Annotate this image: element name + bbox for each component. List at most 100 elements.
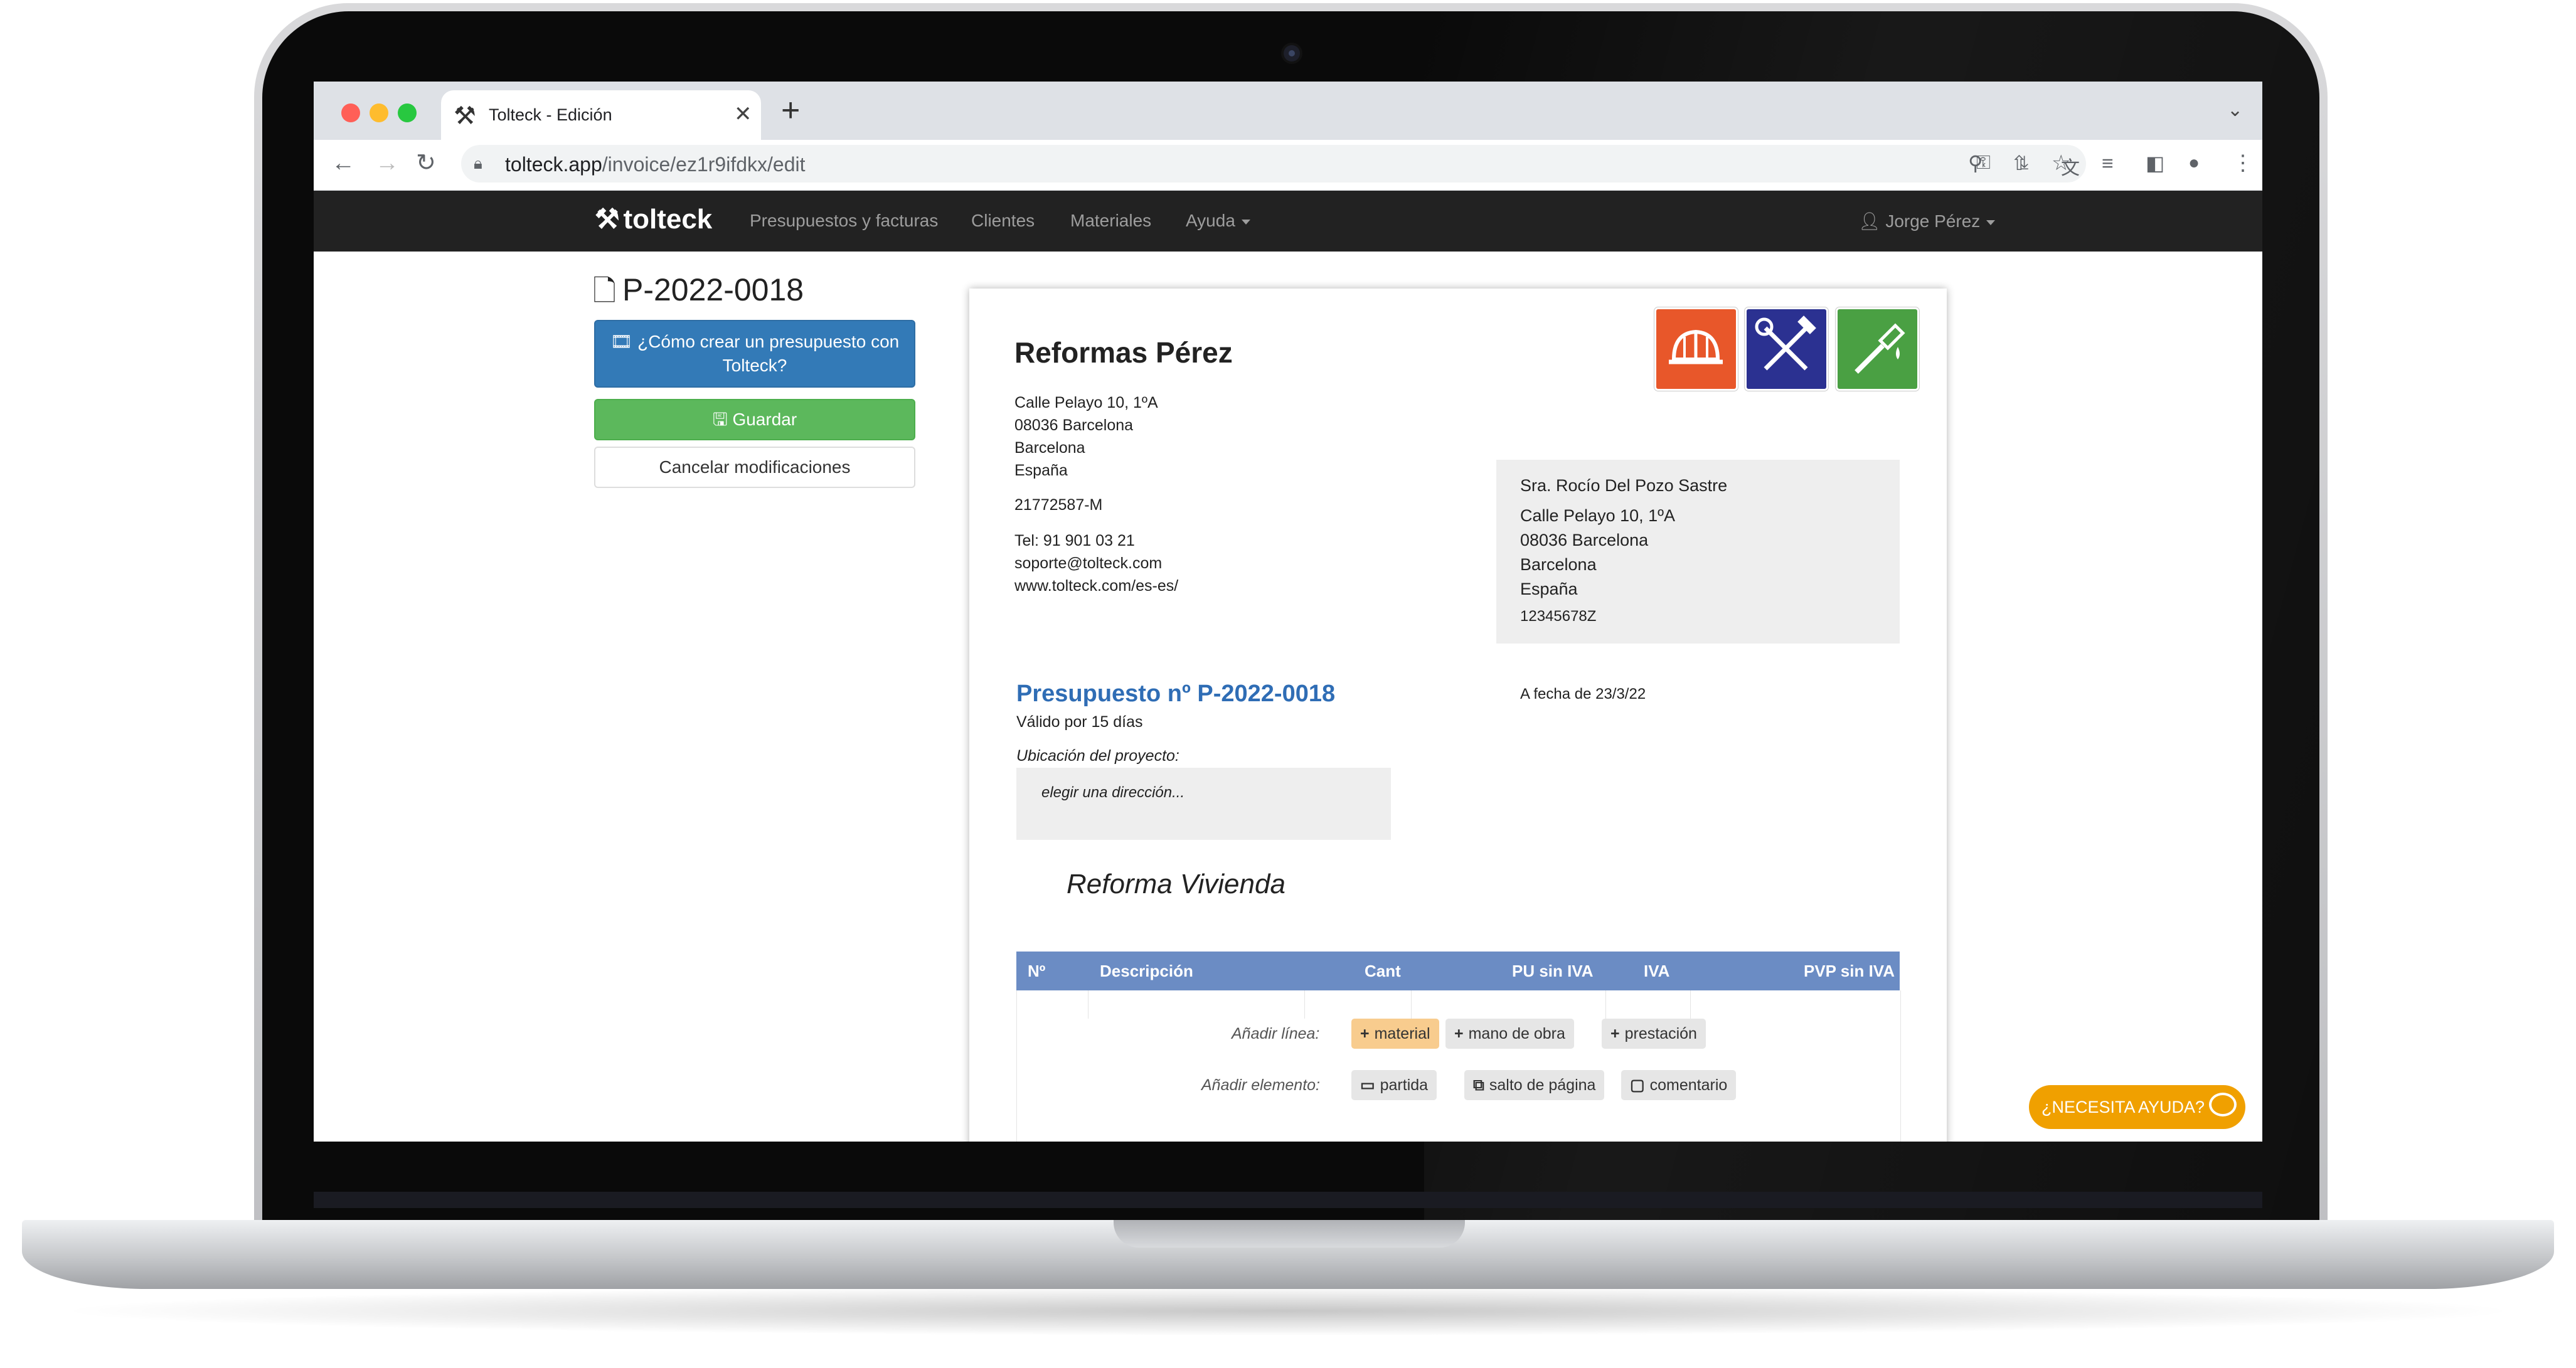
app-navbar: ⚒ tolteck Presupuestos y facturas Cliente… bbox=[314, 191, 2262, 252]
table-footer: Añadir línea: + material + mano de obra + p… bbox=[1016, 1019, 1901, 1142]
col-vat: IVA bbox=[1644, 962, 1670, 980]
col-number: Nº bbox=[1028, 962, 1046, 980]
tools-logo[interactable] bbox=[1744, 307, 1829, 391]
client-box[interactable]: Sra. Rocío Del Pozo Sastre Calle Pelayo … bbox=[1496, 460, 1900, 644]
client-name: Sra. Rocío Del Pozo Sastre bbox=[1520, 476, 1728, 495]
reading-list-icon[interactable]: ≡ bbox=[2102, 147, 2114, 179]
company-address-line: Calle Pelayo 10, 1ºA bbox=[1014, 394, 1158, 411]
quote-date[interactable]: A fecha de 23/3/22 bbox=[1520, 686, 1646, 703]
tools-icon: ⚒ bbox=[595, 204, 620, 235]
cancel-button[interactable]: Cancelar modificaciones bbox=[594, 447, 915, 488]
brand-name: tolteck bbox=[623, 204, 713, 235]
url-path: /invoice/ez1r9ifdkx/edit bbox=[602, 153, 806, 176]
col-unit-price: PU sin IVA bbox=[1512, 962, 1594, 980]
user-icon: 👤︎ bbox=[1858, 211, 1881, 231]
side-panel-icon[interactable]: ◧ bbox=[2146, 147, 2164, 179]
add-comment-label: comentario bbox=[1649, 1076, 1728, 1094]
column-divider bbox=[1690, 990, 1691, 1019]
col-quantity: Cant bbox=[1365, 962, 1401, 980]
location-label: Ubicación del proyecto: bbox=[1016, 747, 1179, 765]
add-line-label: Añadir línea: bbox=[1232, 1025, 1320, 1042]
plus-icon: + bbox=[1454, 1025, 1464, 1042]
plus-icon: + bbox=[1360, 1025, 1370, 1042]
folder-icon: ▭ bbox=[1360, 1076, 1375, 1094]
location-input[interactable]: elegir una dirección... bbox=[1016, 768, 1391, 840]
client-address-line: España bbox=[1520, 580, 1578, 598]
quote-document: Reformas Pérez Calle Pelayo 10, 1ºA 0803… bbox=[969, 289, 1947, 1142]
url-text: tolteck.app/invoice/ez1r9ifdkx/edit bbox=[505, 153, 805, 176]
paint-brush-icon bbox=[1855, 323, 1905, 374]
browser-tab[interactable]: ⚒ Tolteck - Edición ✕ bbox=[441, 90, 761, 140]
back-icon[interactable]: ← bbox=[331, 147, 355, 179]
helmet-logo[interactable] bbox=[1654, 307, 1738, 391]
plus-icon: + bbox=[1610, 1025, 1620, 1042]
browser-tabbar: ⚒ Tolteck - Edición ✕ + ⌄ bbox=[314, 82, 2262, 140]
lock-icon: 🔒︎ bbox=[474, 154, 482, 172]
client-address-line: 08036 Barcelona bbox=[1520, 531, 1649, 549]
nav-materials[interactable]: Materiales bbox=[1070, 211, 1151, 231]
user-name: Jorge Pérez bbox=[1885, 211, 1981, 231]
add-section-label: partida bbox=[1380, 1076, 1429, 1094]
zoom-icon[interactable]: ⚲ bbox=[1968, 147, 1983, 179]
nav-help-dropdown[interactable]: Ayuda bbox=[1186, 211, 1250, 231]
col-total: PVP sin IVA bbox=[1804, 962, 1895, 980]
copy-icon: ⧉ bbox=[1473, 1076, 1484, 1094]
close-window-button[interactable] bbox=[341, 103, 360, 122]
help-video-label: ¿Cómo crear un presupuesto con Tolteck? bbox=[637, 332, 900, 375]
chevron-down-icon[interactable]: ⌄ bbox=[2227, 99, 2243, 121]
browser-toolbar: ← → ↻ 🔒︎ tolteck.app/invoice/ez1r9ifdkx/… bbox=[314, 140, 2262, 191]
quote-validity[interactable]: Válido por 15 días bbox=[1016, 713, 1143, 731]
share-icon[interactable]: ⇧ bbox=[2011, 147, 2028, 179]
add-comment-button[interactable]: ▢ comentario bbox=[1621, 1070, 1737, 1100]
save-icon: 🖫︎ bbox=[712, 410, 733, 429]
user-menu[interactable]: 👤︎ Jorge Pérez bbox=[1858, 211, 1996, 231]
caret-down-icon bbox=[1241, 219, 1250, 225]
document-title: 🗋︎ P-2022-0018 bbox=[593, 270, 804, 319]
help-video-button[interactable]: 🎞︎ ¿Cómo crear un presupuesto con Toltec… bbox=[594, 320, 915, 388]
laptop-shadow bbox=[50, 1286, 2526, 1336]
company-name[interactable]: Reformas Pérez bbox=[1014, 336, 1233, 369]
nav-quotes-invoices[interactable]: Presupuestos y facturas bbox=[750, 211, 938, 231]
menu-dots-icon[interactable]: ⋮ bbox=[2232, 147, 2254, 179]
forward-icon[interactable]: → bbox=[375, 147, 399, 179]
webcam bbox=[1284, 45, 1300, 61]
brand-logo[interactable]: ⚒ tolteck bbox=[595, 203, 712, 235]
save-button[interactable]: 🖫︎ Guardar bbox=[594, 399, 915, 440]
hard-hat-icon bbox=[1669, 329, 1723, 364]
brush-logo[interactable] bbox=[1835, 307, 1920, 391]
new-tab-button[interactable]: + bbox=[781, 94, 800, 127]
company-address-line: 08036 Barcelona bbox=[1014, 416, 1134, 434]
maximize-window-button[interactable] bbox=[398, 103, 417, 122]
reload-icon[interactable]: ↻ bbox=[416, 147, 436, 179]
minimize-window-button[interactable] bbox=[370, 103, 388, 122]
client-tax-id: 12345678Z bbox=[1520, 608, 1597, 625]
client-address-line: Calle Pelayo 10, 1ºA bbox=[1520, 506, 1676, 525]
url-domain: tolteck.app bbox=[505, 153, 602, 176]
add-page-break-label: salto de página bbox=[1489, 1076, 1596, 1094]
caret-down-icon bbox=[1986, 220, 1996, 225]
film-icon: 🎞︎ bbox=[610, 332, 638, 351]
bookmark-star-icon[interactable]: ☆ bbox=[2052, 147, 2070, 179]
add-labor-button[interactable]: + mano de obra bbox=[1445, 1019, 1574, 1049]
col-description: Descripción bbox=[1100, 962, 1193, 980]
add-material-button[interactable]: + material bbox=[1351, 1019, 1439, 1049]
location-placeholder: elegir una dirección... bbox=[1041, 784, 1185, 801]
nav-clients[interactable]: Clientes bbox=[971, 211, 1035, 231]
profile-avatar-icon[interactable]: ● bbox=[2188, 147, 2200, 179]
add-page-break-button[interactable]: ⧉ salto de página bbox=[1464, 1070, 1605, 1100]
section-title[interactable]: Reforma Vivienda bbox=[1067, 869, 1285, 900]
client-address-line: Barcelona bbox=[1520, 555, 1597, 574]
quote-title: Presupuesto nº P-2022-0018 bbox=[1016, 681, 1336, 707]
add-labor-label: mano de obra bbox=[1468, 1025, 1565, 1042]
hammer-wrench-icon bbox=[1755, 315, 1816, 371]
address-bar[interactable]: 🔒︎ tolteck.app/invoice/ez1r9ifdkx/edit ⚿… bbox=[461, 145, 2086, 183]
tab-title: Tolteck - Edición bbox=[489, 105, 612, 124]
items-table-header: Nº Descripción Cant PU sin IVA IVA PVP s… bbox=[1016, 952, 1900, 990]
help-chat-widget[interactable]: ¿NECESITA AYUDA? bbox=[2029, 1085, 2245, 1129]
close-tab-icon[interactable]: ✕ bbox=[734, 102, 752, 127]
add-section-button[interactable]: ▭ partida bbox=[1351, 1070, 1437, 1100]
add-service-button[interactable]: + prestación bbox=[1602, 1019, 1706, 1049]
add-element-label: Añadir elemento: bbox=[1201, 1076, 1321, 1094]
company-email: soporte@tolteck.com bbox=[1014, 554, 1163, 572]
file-icon: 🗋︎ bbox=[593, 274, 616, 307]
